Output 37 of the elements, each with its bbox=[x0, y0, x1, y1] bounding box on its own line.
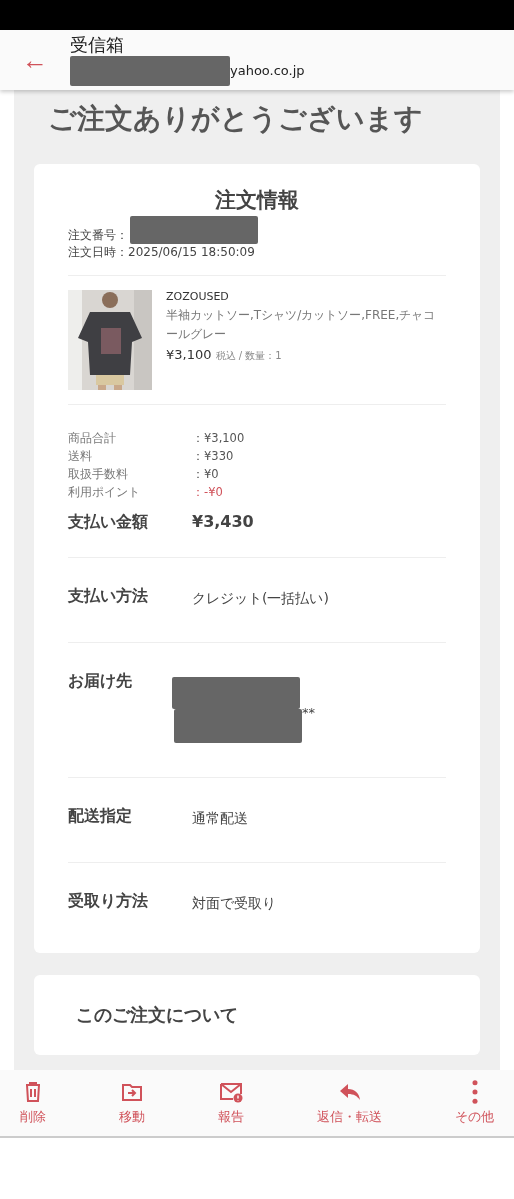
mail-icon bbox=[219, 1080, 243, 1104]
section-label: お届け先 bbox=[68, 671, 133, 692]
section-label: 配送指定 bbox=[68, 806, 133, 827]
product-price: ¥3,100 bbox=[166, 347, 212, 362]
shop-name: ZOZOUSED bbox=[166, 290, 230, 303]
cost-label: 取扱手数料 bbox=[68, 467, 129, 482]
cost-value: ：¥330 bbox=[192, 449, 234, 464]
price-note: 税込 / 数量：1 bbox=[215, 349, 282, 363]
order-date: 注文日時：2025/06/15 18:50:09 bbox=[68, 244, 256, 261]
section-label: 受取り方法 bbox=[68, 891, 149, 912]
cost-label: 送料 bbox=[68, 449, 93, 464]
cost-value: ：¥3,100 bbox=[192, 431, 245, 446]
section-label: 支払い方法 bbox=[68, 586, 149, 607]
toolbar-button[interactable]: 報告 bbox=[218, 1070, 244, 1136]
total-amount: ¥3,430 bbox=[192, 512, 254, 533]
product-name: 半袖カットソー,Tシャツ/カットソー,FREE,チャコールグレー bbox=[166, 307, 437, 343]
cost-label: 商品合計 bbox=[68, 431, 117, 446]
cost-value: ：¥0 bbox=[192, 467, 219, 482]
address-text: ** bbox=[302, 705, 315, 720]
cost-label: 利用ポイント bbox=[68, 485, 141, 500]
sender-address: yahoo.co.jp bbox=[230, 63, 305, 78]
order-number-label: 注文番号： bbox=[68, 227, 128, 244]
about-title: このご注文について bbox=[76, 1003, 239, 1027]
order-info-title: 注文情報 bbox=[214, 187, 300, 214]
section-value: クレジット(一括払い) bbox=[192, 589, 329, 608]
more-button[interactable]: その他 bbox=[455, 1070, 494, 1136]
section-value: 通常配送 bbox=[192, 809, 248, 828]
toolbar-button[interactable]: 削除 bbox=[20, 1070, 46, 1136]
mailbox-title: 受信箱 bbox=[70, 34, 125, 55]
toolbar-button[interactable]: 返信・転送 bbox=[317, 1070, 382, 1136]
thank-you-heading: ご注文ありがとうございます bbox=[48, 101, 424, 137]
total-label: 支払い金額 bbox=[68, 512, 149, 533]
section-value: 対面で受取り bbox=[192, 894, 276, 913]
toolbar-button[interactable]: 移動 bbox=[119, 1070, 145, 1136]
more-icon bbox=[471, 1080, 478, 1104]
back-button[interactable]: ← bbox=[0, 44, 70, 76]
cost-value: ：-¥0 bbox=[192, 485, 223, 500]
